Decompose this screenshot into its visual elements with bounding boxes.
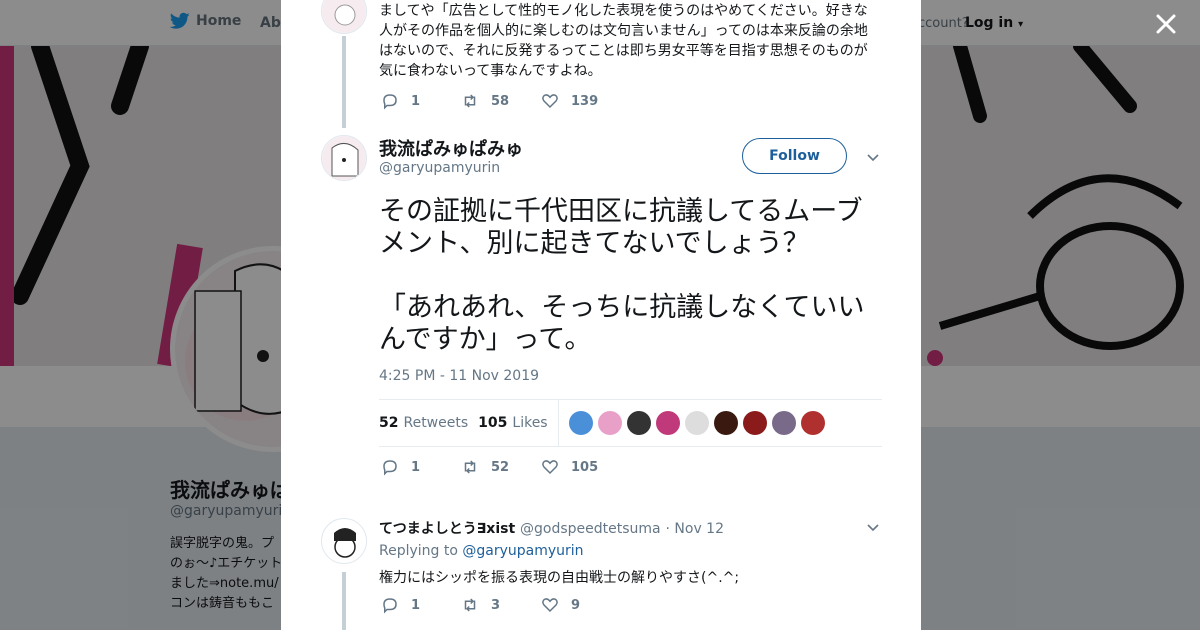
replying-to-prefix: Replying to (379, 543, 458, 559)
liker-avatar[interactable] (626, 411, 651, 435)
like-stat[interactable]: 105 Likes (478, 415, 547, 431)
reply-author-handle: @godspeedtetsuma (520, 521, 661, 537)
retweet-stat[interactable]: 52 Retweets (379, 415, 468, 431)
tweet-permalink-modal: ましてや「広告として性的モノ化した表現を使うのはやめてください。好きな人がその作… (281, 0, 921, 630)
chevron-down-icon[interactable] (866, 520, 880, 534)
stats-divider (557, 400, 559, 446)
main-tweet-author-handle[interactable]: @garyupamyurin (379, 160, 500, 176)
avatar-illustration (322, 0, 366, 33)
retweet-button[interactable]: 58 (461, 92, 541, 110)
heart-icon (542, 460, 558, 475)
replying-to-line: Replying to @garyupamyurin (379, 543, 584, 559)
retweet-button[interactable]: 52 (461, 458, 541, 476)
like-button[interactable]: 105 (541, 458, 621, 476)
like-stat-label: Likes (512, 415, 548, 431)
previous-tweet-text: ましてや「広告として性的モノ化した表現を使うのはやめてください。好きな人がその作… (379, 3, 868, 79)
retweet-icon (464, 94, 476, 108)
avatar-illustration (322, 136, 366, 180)
follow-button[interactable]: Follow (742, 138, 847, 174)
replying-to-handle[interactable]: @garyupamyurin (462, 543, 583, 559)
reply-tweet-author[interactable]: てつまよしとう∃xist @godspeedtetsuma · Nov 12 (379, 518, 724, 538)
reply-icon (383, 460, 397, 476)
like-stat-count: 105 (478, 415, 508, 431)
reply-count: 1 (411, 597, 421, 613)
heart-icon (542, 94, 558, 109)
liker-avatar[interactable] (684, 411, 709, 435)
retweet-count: 3 (491, 597, 501, 613)
reply-author-name: てつまよしとう∃xist (379, 521, 516, 537)
reply-tweet-avatar[interactable] (321, 518, 367, 564)
reply-tweet-actions: 1 3 9 (381, 596, 621, 614)
reply-tweet-date[interactable]: · Nov 12 (666, 521, 725, 537)
liker-avatar[interactable] (800, 411, 825, 435)
retweet-stat-label: Retweets (403, 415, 469, 431)
liker-avatar[interactable] (655, 411, 680, 435)
retweet-stat-count: 52 (379, 415, 399, 431)
like-count: 9 (571, 597, 581, 613)
retweet-icon (464, 460, 476, 474)
like-count: 105 (571, 459, 599, 475)
liker-avatar[interactable] (597, 411, 622, 435)
like-button[interactable]: 9 (541, 596, 621, 614)
thread-connector-line (342, 36, 346, 128)
like-button[interactable]: 139 (541, 92, 621, 110)
thread-connector-line (342, 572, 346, 630)
liker-avatar[interactable] (742, 411, 767, 435)
liker-avatar[interactable] (713, 411, 738, 435)
avatar-illustration (322, 519, 366, 563)
main-tweet-avatar[interactable] (321, 135, 367, 181)
heart-icon (542, 598, 558, 613)
reply-button[interactable]: 1 (381, 92, 461, 110)
reply-button[interactable]: 1 (381, 596, 461, 614)
tweet-stats-bar: 52 Retweets 105 Likes (379, 399, 882, 447)
liker-avatars (568, 411, 830, 435)
reply-button[interactable]: 1 (381, 458, 461, 476)
retweet-count: 52 (491, 459, 510, 475)
main-tweet-author-name[interactable]: 我流ぱみゅぱみゅ (379, 135, 523, 161)
reply-tweet-text: 権力にはシッポを振る表現の自由戦士の解りやすさ(^.^; (379, 570, 740, 586)
retweet-button[interactable]: 3 (461, 596, 541, 614)
chevron-down-icon[interactable] (866, 150, 880, 164)
previous-tweet-avatar[interactable] (321, 0, 367, 34)
retweet-count: 58 (491, 93, 510, 109)
reply-count: 1 (411, 459, 421, 475)
reply-count: 1 (411, 93, 421, 109)
liker-avatar[interactable] (771, 411, 796, 435)
main-tweet-timestamp[interactable]: 4:25 PM - 11 Nov 2019 (379, 368, 539, 384)
previous-tweet-actions: 1 58 139 (381, 92, 621, 110)
like-count: 139 (571, 93, 599, 109)
liker-avatar[interactable] (568, 411, 593, 435)
main-tweet-text: その証拠に千代田区に抗議してるムーブメント、別に起きてないでしょう？ 「あれあれ… (379, 196, 865, 355)
reply-icon (383, 598, 397, 614)
main-tweet-actions: 1 52 105 (381, 458, 621, 476)
retweet-icon (464, 598, 476, 612)
reply-icon (383, 94, 397, 110)
close-icon[interactable] (1154, 12, 1178, 36)
